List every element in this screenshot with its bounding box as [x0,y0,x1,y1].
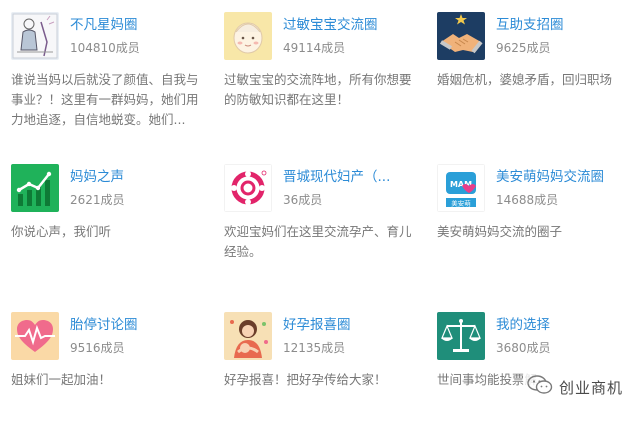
circle-card[interactable]: 晋城现代妇产（... 36成员 欢迎宝妈们在这里交流孕产、育儿经验。 [213,152,413,282]
circle-name[interactable]: 我的选择 [496,316,621,334]
member-count: 104810成员 [70,41,140,55]
member-count: 9516成员 [70,341,125,355]
circle-description: 好孕报喜！把好孕传给大家！ [224,372,387,387]
circle-card[interactable]: MAM 美安萌 美安萌妈妈交流圈 14688成员 美安萌妈妈交流的圈子 [426,152,626,282]
circle-description: 姐妹们一起加油！ [11,372,112,387]
circle-card[interactable]: 我的选择 3680成员 世间事均能投票解 [426,300,626,430]
circle-card[interactable]: 不凡星妈圈 104810成员 谁说当妈以后就没了颜值、自我与事业？！这里有一群妈… [0,0,200,130]
member-count: 2621成员 [70,193,125,207]
member-count: 14688成员 [496,193,559,207]
circle-card[interactable]: 妈妈之声 2621成员 你说心声，我们听 [0,152,200,282]
circle-card[interactable]: 过敏宝宝交流圈 49114成员 过敏宝宝的交流阵地，所有你想要的防敏知识都在这里… [213,0,413,130]
circle-name[interactable]: 过敏宝宝交流圈 [283,16,408,34]
member-count: 36成员 [283,193,323,207]
wechat-icon [527,374,553,400]
hospital-logo-icon[interactable] [224,164,272,212]
member-count: 12135成员 [283,341,346,355]
member-count: 49114成员 [283,41,346,55]
circle-name[interactable]: 互助支招圈 [496,16,621,34]
mam-logo-icon[interactable]: MAM 美安萌 [437,164,485,212]
heartbeat-icon[interactable] [11,312,59,360]
circle-card[interactable]: 互助支招圈 9625成员 婚姻危机，婆媳矛盾，回归职场 [426,0,626,130]
circle-description: 谁说当妈以后就没了颜值、自我与事业？！这里有一群妈妈，她们用力地追逐，自信地蜕变… [11,72,199,127]
handshake-icon[interactable] [437,12,485,60]
watermark-text: 创业商机 [559,378,624,397]
circle-name[interactable]: 胎停讨论圈 [70,316,195,334]
circle-name[interactable]: 好孕报喜圈 [283,316,408,334]
mother-sketch-icon[interactable] [11,12,59,60]
member-count: 3680成员 [496,341,551,355]
mother-baby-icon[interactable] [224,312,272,360]
circle-name[interactable]: 妈妈之声 [70,168,195,186]
circle-card[interactable]: 好孕报喜圈 12135成员 好孕报喜！把好孕传给大家！ [213,300,413,430]
circle-description: 过敏宝宝的交流阵地，所有你想要的防敏知识都在这里！ [224,72,412,107]
member-count: 9625成员 [496,41,551,55]
circle-description: 欢迎宝妈们在这里交流孕产、育儿经验。 [224,224,412,259]
circle-description: 美安萌妈妈交流的圈子 [437,224,563,239]
scales-icon[interactable] [437,312,485,360]
circle-name[interactable]: 美安萌妈妈交流圈 [496,168,621,186]
circle-grid: 不凡星妈圈 104810成员 谁说当妈以后就没了颜值、自我与事业？！这里有一群妈… [0,0,642,415]
circle-name[interactable]: 不凡星妈圈 [70,16,195,34]
baby-face-icon[interactable] [224,12,272,60]
circle-card[interactable]: 胎停讨论圈 9516成员 姐妹们一起加油！ [0,300,200,430]
watermark: 创业商机 [523,371,630,403]
circle-name[interactable]: 晋城现代妇产（... [283,168,408,186]
circle-description: 婚姻危机，婆媳矛盾，回归职场 [437,72,613,87]
growth-chart-icon[interactable] [11,164,59,212]
circle-description: 你说心声，我们听 [11,224,112,239]
svg-text:美安萌: 美安萌 [451,199,471,208]
